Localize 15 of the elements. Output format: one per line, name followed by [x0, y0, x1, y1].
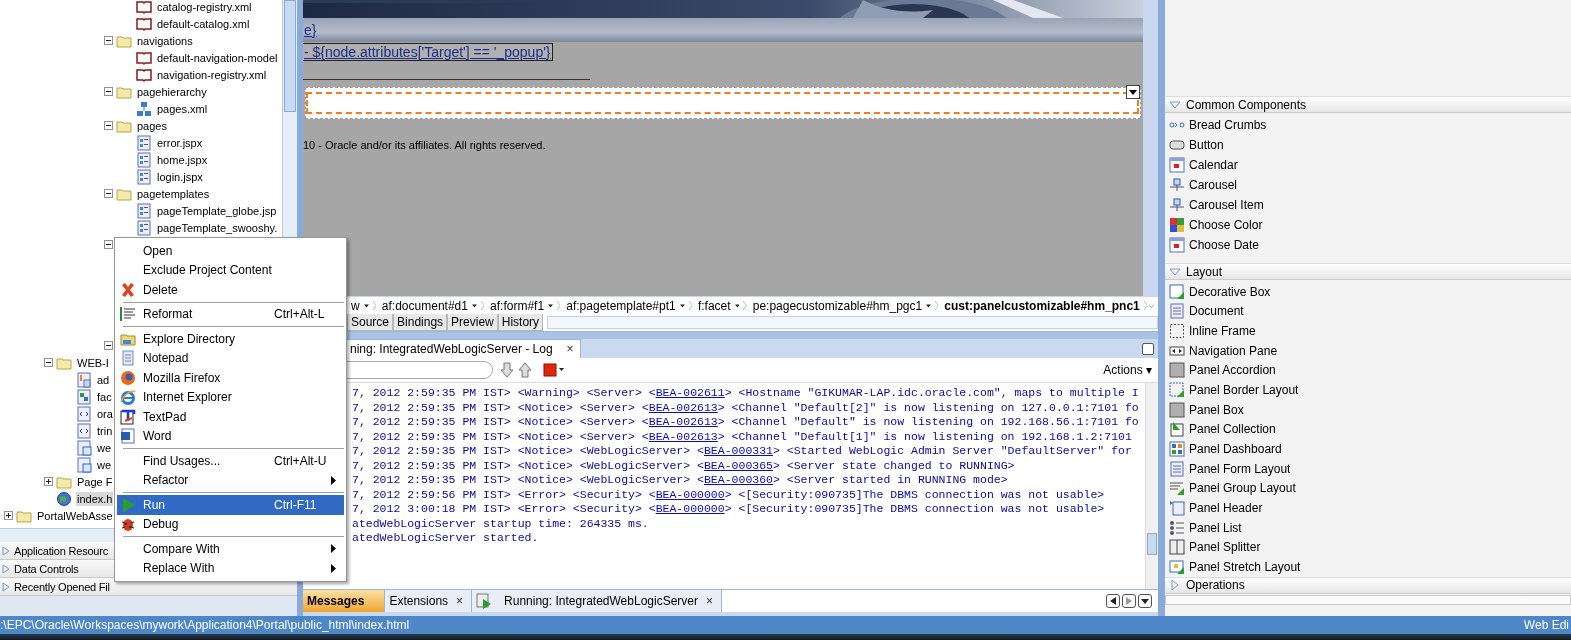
file-path: :\EPC\Oracle\Workspaces\mywork\Application4\Portal\public_html\index.html	[0, 618, 410, 632]
log-line: 7, 2012 3:00:18 PM IST> <Error> <Security> <BEA-000000> <[Security:090735]The DBMS connection was not usable>	[352, 502, 1106, 517]
copyright-text: 10 - Oracle and/or its affiliates. All rights reserved.	[303, 139, 547, 151]
status-text: Web Edi	[1523, 618, 1569, 632]
log-line: 7, 2012 2:59:35 PM IST> <Warning> <Server> <BEA-002611> <Hostname "GIKUMAR-LAP.idc.oracle.com", maps to multiple I	[352, 386, 1140, 401]
log-line: atedWebLogicServer startup time: 264335 ms.	[352, 516, 650, 531]
log-line: 7, 2012 2:59:56 PM IST> <Error> <Security> <BEA-000000> <[Security:090735]The DBMS connection was not usable>	[352, 487, 1106, 502]
log-line: 7, 2012 2:59:35 PM IST> <Notice> <Server> <BEA-002613> <Channel "Default[2]" is now listening on 127.0.0.1:7101 fo	[352, 400, 1140, 415]
expression-text: - ${node.attributes['Target'] == '_popup'}	[303, 43, 553, 61]
log-line: 7, 2012 2:59:35 PM IST> <Notice> <WebLogicServer> <BEA-000331> <Started WebLogic Admin Server "DefaultServer" for	[352, 444, 1133, 459]
log-line: 7, 2012 2:59:35 PM IST> <Notice> <Server> <BEA-002613> <Channel "Default" is now listening on 192.168.56.1:7101 fo	[352, 415, 1140, 430]
log-line: 7, 2012 2:59:35 PM IST> <Notice> <Server> <BEA-002613> <Channel "Default[1]" is now listening on 192.168.1.2:7101	[352, 429, 1133, 444]
log-line: atedWebLogicServer started.	[352, 531, 540, 546]
log-line: 7, 2012 2:59:35 PM IST> <Notice> <WebLogicServer> <BEA-000365> <Server state changed to RUNNING>	[352, 458, 1016, 473]
log-line: 7, 2012 2:59:35 PM IST> <Notice> <WebLogicServer> <BEA-000360> <Server started in RUNNING mode>	[352, 473, 1009, 488]
